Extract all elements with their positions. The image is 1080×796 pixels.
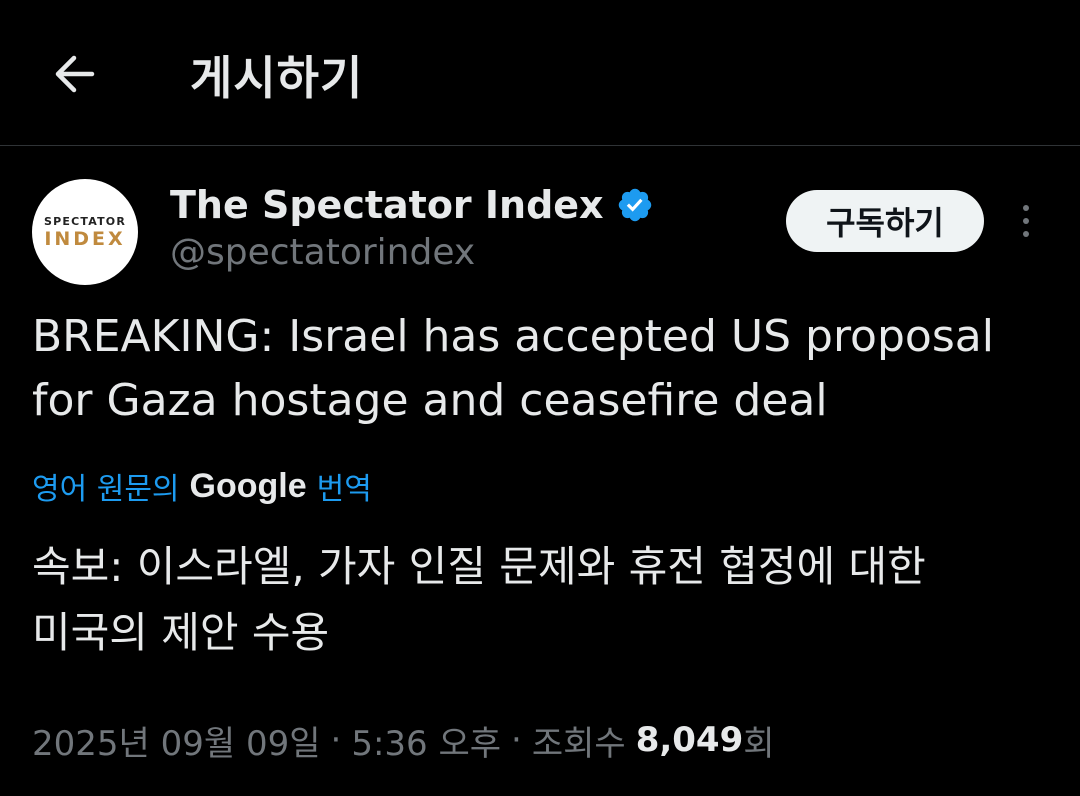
avatar[interactable]: SPECTATOR INDEX bbox=[32, 179, 138, 285]
views-suffix: 회 bbox=[743, 723, 775, 764]
more-options-button[interactable] bbox=[1006, 198, 1046, 244]
tweet-text-line: BREAKING: Israel has accepted US proposa… bbox=[32, 311, 994, 362]
author-display-name[interactable]: The Spectator Index bbox=[170, 183, 604, 227]
author-name-row: The Spectator Index bbox=[170, 180, 654, 230]
post-date: 2025년 09월 09일 bbox=[32, 723, 321, 764]
tweet-text: BREAKING: Israel has accepted US proposa… bbox=[32, 305, 1062, 433]
translation-prefix: 영어 원문의 bbox=[32, 472, 180, 507]
tweet-text-line: for Gaza hostage and ceasefire deal bbox=[32, 375, 828, 426]
translated-text-line: 미국의 제안 수용 bbox=[32, 608, 330, 657]
more-vertical-icon-dot bbox=[1023, 231, 1029, 237]
subscribe-button[interactable]: 구독하기 bbox=[786, 190, 984, 252]
post-time: 5:36 오후 bbox=[351, 723, 502, 764]
back-button[interactable] bbox=[44, 44, 104, 104]
post-metadata: 2025년 09월 09일 · 5:36 오후 · 조회수 8,049 회 bbox=[32, 716, 775, 764]
translated-text: 속보: 이스라엘, 가자 인질 문제와 휴전 협정에 대한 미국의 제안 수용 bbox=[32, 534, 1062, 666]
author-handle[interactable]: @spectatorindex bbox=[170, 232, 475, 273]
translated-text-line: 속보: 이스라엘, 가자 인질 문제와 휴전 협정에 대한 bbox=[32, 542, 926, 591]
more-vertical-icon-dot bbox=[1023, 218, 1029, 224]
translation-attribution[interactable]: 영어 원문의 Google 번역 bbox=[32, 464, 372, 508]
views-label: 조회수 bbox=[531, 723, 626, 764]
translation-suffix: 번역 bbox=[316, 472, 372, 507]
top-app-bar: 게시하기 bbox=[0, 0, 1080, 146]
page-title: 게시하기 bbox=[190, 51, 364, 105]
more-vertical-icon bbox=[1023, 205, 1029, 211]
arrow-left-icon bbox=[55, 55, 95, 93]
views-count[interactable]: 8,049 bbox=[636, 720, 744, 760]
meta-separator: · bbox=[330, 720, 342, 760]
avatar-logo-top: SPECTATOR bbox=[43, 214, 126, 228]
avatar-logo-bottom: INDEX bbox=[44, 227, 126, 250]
verified-badge-icon[interactable] bbox=[616, 186, 654, 224]
google-logo: Google bbox=[189, 466, 307, 505]
meta-separator: · bbox=[511, 720, 522, 760]
